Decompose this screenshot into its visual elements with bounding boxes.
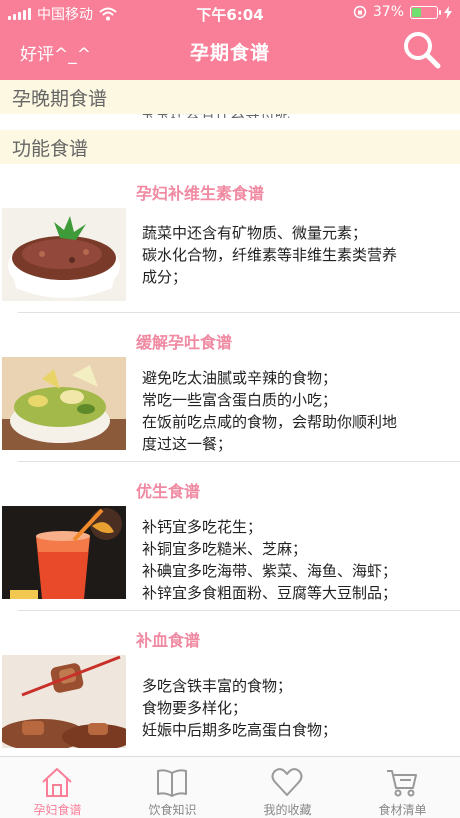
item-desc-line: 成分； (142, 268, 188, 286)
item-description: 蔬菜中还含有矿物质、微量元素； 碳水化合物，纤维素等非维生素类营养 成分； (142, 222, 450, 288)
meat-skewer-image (2, 655, 126, 748)
item-description: 避免吃太油腻或辛辣的食物； 常吃一些富含蛋白质的小吃； 在饭前吃点咸的食物，会帮… (142, 367, 450, 455)
tab-my-favorites[interactable]: 我的收藏 (230, 757, 345, 818)
section-header-late-pregnancy[interactable]: 孕晚期食谱 (0, 80, 460, 114)
item-desc-line: 补锌宜多食粗面粉、豆腐等大豆制品； (142, 584, 398, 602)
tab-label: 孕妇食谱 (33, 803, 82, 817)
list-item[interactable]: 孕妇补维生素食谱 蔬菜中还含有矿物质、微量元素； 碳水化合物，纤维素等非维生素类… (0, 166, 460, 316)
item-desc-line: 碳水化合物，纤维素等非维生素类营养 (142, 246, 398, 264)
search-icon[interactable] (402, 30, 442, 70)
list-item[interactable]: 优生食谱 补钙宜多吃花生； 补铜宜多吃糙米、芝麻； 补碘宜多吃海带、紫菜、海鱼、… (0, 464, 460, 614)
orientation-lock-icon (353, 5, 367, 19)
divider (18, 610, 460, 611)
salad-bowl-image (2, 357, 126, 450)
book-icon (157, 769, 187, 797)
section-header-functional[interactable]: 功能食谱 (0, 130, 460, 164)
battery-percent: 37% (372, 4, 404, 20)
recipe-list[interactable]: 宝宝还会有什么等待呢 孕晚期食谱 功能食谱 孕妇补维生素食谱 蔬菜中还含有矿物质… (0, 80, 460, 756)
page-title: 孕期食谱 (189, 42, 270, 64)
status-right: 37% (353, 4, 452, 20)
item-title: 孕妇补维生素食谱 (136, 184, 265, 203)
item-desc-line: 常吃一些富含蛋白质的小吃； (142, 391, 338, 409)
item-title: 补血食谱 (136, 631, 201, 650)
charging-icon (444, 5, 452, 19)
item-desc-line: 度过这一餐； (142, 435, 233, 453)
list-item[interactable]: 缓解孕吐食谱 避免吃太油腻或辛辣的食物； 常吃一些富含蛋白质的小吃； 在饭前吃点… (0, 315, 460, 465)
home-icon (42, 768, 72, 797)
item-desc-line: 妊娠中后期多吃高蛋白食物； (142, 721, 338, 739)
divider (18, 461, 460, 462)
battery-icon (410, 5, 441, 19)
tab-bar: 孕妇食谱 饮食知识 我的收藏 食材清单 (0, 756, 460, 818)
battery-fill (412, 7, 421, 17)
item-title: 优生食谱 (136, 482, 201, 501)
tab-label: 饮食知识 (148, 803, 197, 817)
item-desc-line: 食物要多样化； (142, 699, 248, 717)
cart-icon (387, 770, 417, 797)
status-bar: 中国移动 下午6:04 37% (0, 0, 460, 26)
item-desc-line: 多吃含铁丰富的食物； (142, 677, 293, 695)
tab-ingredient-list[interactable]: 食材清单 (345, 757, 460, 818)
item-desc-line: 在饭前吃点咸的食物，会帮助你顺利地 (142, 413, 398, 431)
item-desc-line: 补钙宜多吃花生； (142, 518, 263, 536)
navigation-bar: 好评^_^ 孕期食谱 (0, 26, 460, 80)
rice-bowl-image (2, 208, 126, 301)
tab-label: 食材清单 (378, 803, 427, 817)
heart-icon (271, 768, 303, 796)
top-bar: 中国移动 下午6:04 37% 好评^_^ 孕期食谱 (0, 0, 460, 80)
item-desc-line: 避免吃太油腻或辛辣的食物； (142, 369, 338, 387)
list-item[interactable]: 补血食谱 多吃含铁丰富的食物； 食物要多样化； 妊娠中后期多吃高蛋白食物； (0, 613, 460, 756)
item-desc-line: 补铜宜多吃糙米、芝麻； (142, 540, 308, 558)
item-description: 补钙宜多吃花生； 补铜宜多吃糙米、芝麻； 补碘宜多吃海带、紫菜、海鱼、海虾； 补… (142, 516, 450, 604)
item-desc-line: 补碘宜多吃海带、紫菜、海鱼、海虾； (142, 562, 398, 580)
divider (18, 312, 460, 313)
tab-diet-knowledge[interactable]: 饮食知识 (115, 757, 230, 818)
item-title: 缓解孕吐食谱 (136, 333, 233, 352)
item-desc-line: 蔬菜中还含有矿物质、微量元素； (142, 224, 368, 242)
tab-pregnancy-recipes[interactable]: 孕妇食谱 (0, 757, 115, 818)
juice-glass-image (2, 506, 126, 599)
item-description: 多吃含铁丰富的食物； 食物要多样化； 妊娠中后期多吃高蛋白食物； (142, 675, 450, 741)
tab-label: 我的收藏 (263, 803, 312, 817)
